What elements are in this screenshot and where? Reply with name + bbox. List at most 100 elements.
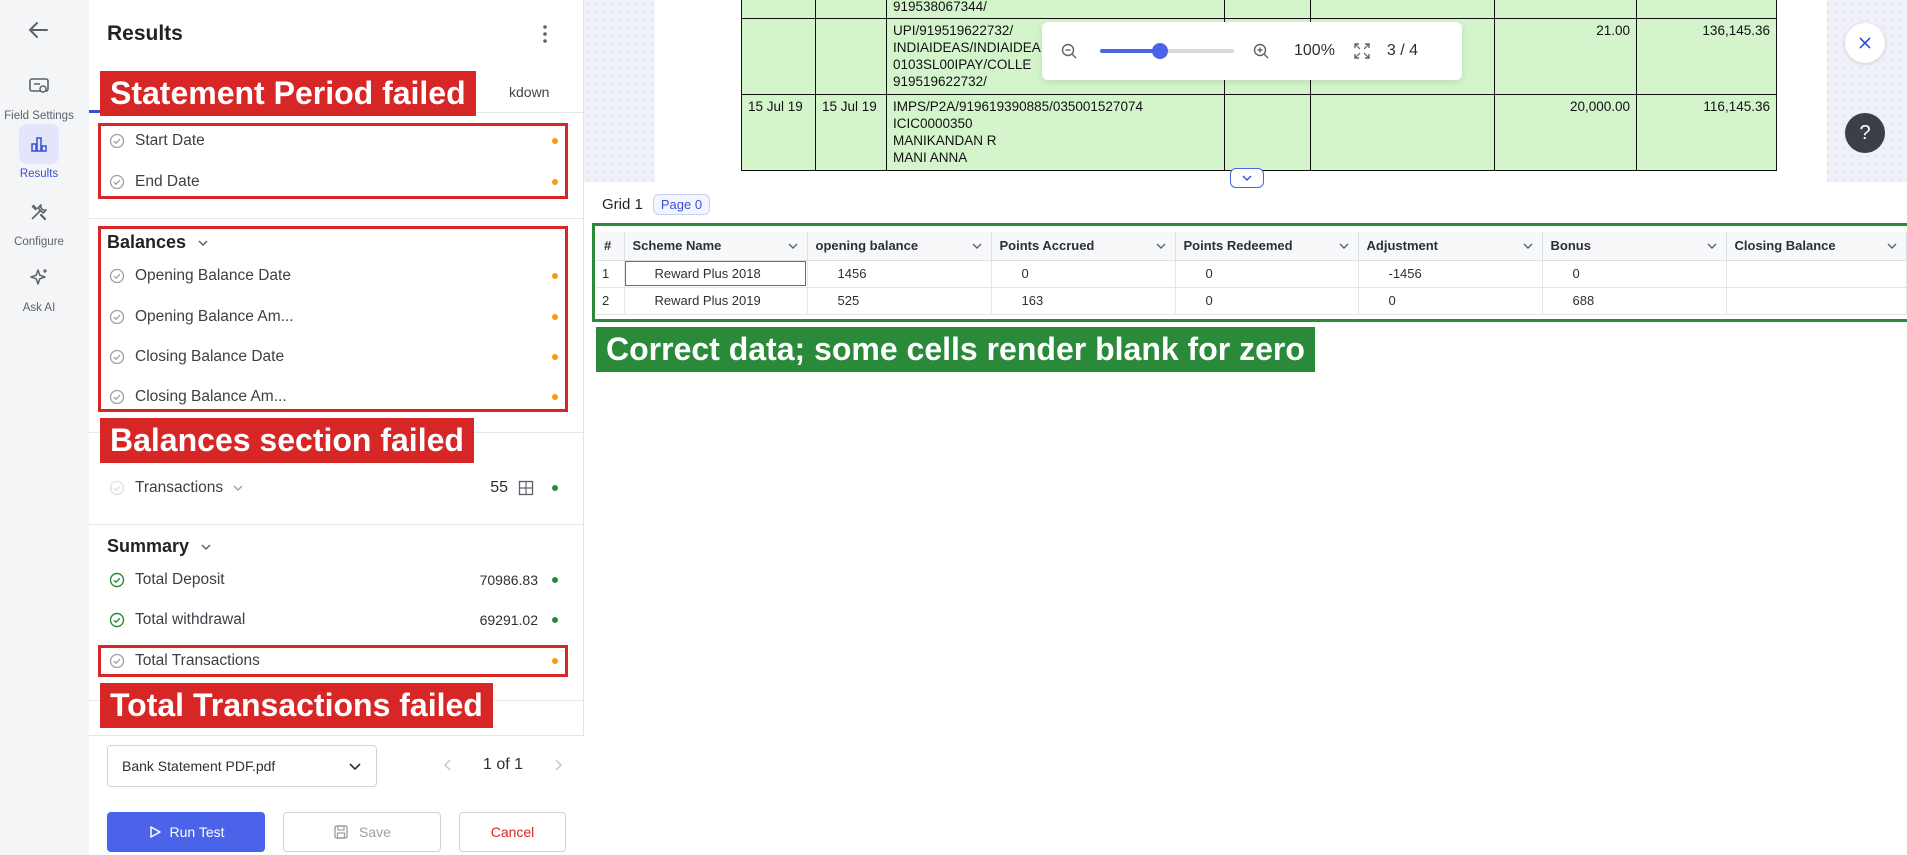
statement-cell — [1224, 94, 1311, 171]
statement-cell — [815, 0, 887, 19]
field-value: 69291.02 — [479, 612, 538, 628]
status-dot — [552, 617, 558, 623]
tab-breakdown[interactable]: kdown — [509, 84, 549, 100]
status-dot — [552, 577, 558, 583]
statement-row: 919538067344/ — [741, 0, 1777, 19]
back-arrow-icon[interactable] — [25, 16, 53, 44]
configure-icon — [19, 192, 59, 232]
results-icon — [19, 124, 59, 164]
cancel-button[interactable]: Cancel — [459, 812, 566, 852]
table-grid-icon[interactable] — [518, 480, 534, 496]
page-badge[interactable]: Page 0 — [652, 194, 711, 215]
statement-cell — [1636, 0, 1777, 19]
statement-cell: 136,145.36 — [1636, 18, 1777, 95]
statement-desc-line: ICIC0000350 — [893, 116, 973, 131]
run-test-button[interactable]: Run Test — [107, 812, 265, 852]
statement-desc-line: 919538067344/ — [893, 0, 987, 14]
section-divider — [89, 524, 584, 525]
annotation-label-balances: Balances section failed — [100, 418, 474, 463]
annotation-box-statement-period — [98, 123, 568, 199]
zoom-toolbar: 100% 3 / 4 — [1042, 22, 1462, 80]
field-row-total-withdrawal[interactable]: Total withdrawal 69291.02 — [107, 607, 562, 633]
fullscreen-icon[interactable] — [1353, 42, 1371, 60]
section-title-text: Summary — [107, 536, 190, 556]
rail-label: Field Settings — [4, 110, 74, 122]
zoom-slider[interactable] — [1100, 43, 1234, 59]
chevron-down-icon — [349, 763, 361, 771]
statement-cell: 21.00 — [1494, 18, 1637, 95]
statement-desc-cell: 919538067344/ — [886, 0, 1225, 19]
statement-desc-line: MANIKANDAN R — [893, 133, 997, 148]
help-button[interactable]: ? — [1845, 113, 1885, 153]
check-circle-icon — [109, 612, 125, 628]
field-label: Transactions — [135, 479, 224, 496]
check-circle-icon — [109, 480, 125, 496]
statement-cell — [741, 0, 816, 19]
chevron-down-icon — [1242, 175, 1252, 182]
page-indicator: 3 / 4 — [1386, 42, 1419, 59]
rail-label: Ask AI — [22, 302, 56, 314]
zoom-slider-fill — [1100, 49, 1161, 53]
check-circle-icon — [109, 572, 125, 588]
run-test-label: Run Test — [169, 824, 225, 840]
annotation-box-balances — [98, 226, 568, 412]
section-divider — [89, 218, 584, 219]
app-root: Field Settings Results Configure Ask AI … — [0, 0, 1907, 855]
sparkle-icon — [19, 258, 59, 298]
save-label: Save — [359, 824, 391, 840]
field-settings-icon — [19, 66, 59, 106]
statement-cell: 15 Jul 19 — [815, 94, 887, 171]
zoom-in-icon[interactable] — [1252, 42, 1270, 60]
panel-title: Results — [107, 22, 183, 45]
chevron-down-icon[interactable] — [231, 481, 245, 495]
field-value: 70986.83 — [479, 572, 538, 588]
statement-cell — [1224, 0, 1311, 19]
statement-cell — [815, 18, 887, 95]
section-title-summary[interactable]: Summary — [107, 536, 213, 557]
zoom-out-icon[interactable] — [1060, 42, 1078, 60]
rail-item-ask-ai[interactable]: Ask AI — [0, 258, 78, 314]
field-label: Total withdrawal — [135, 611, 246, 628]
document-viewer: 919538067344/ UPI/919519622732/ INDIAIDE… — [584, 0, 1907, 182]
annotation-box-total-transactions — [98, 645, 568, 677]
rail-item-results[interactable]: Results — [0, 124, 78, 180]
close-icon — [1859, 37, 1871, 49]
chevron-right-icon[interactable] — [551, 758, 565, 772]
rail-item-configure[interactable]: Configure — [0, 192, 78, 248]
status-dot — [552, 485, 558, 491]
statement-desc-line: MANI ANNA — [893, 150, 968, 165]
pager-text: 1 of 1 — [483, 756, 524, 773]
rail-label: Results — [19, 168, 59, 180]
statement-cell — [741, 18, 816, 95]
left-rail: Field Settings Results Configure Ask AI — [0, 0, 89, 855]
field-row-total-deposit[interactable]: Total Deposit 70986.83 — [107, 567, 562, 593]
file-pager: 1 of 1 — [441, 756, 565, 774]
panel-footer: Bank Statement PDF.pdf 1 of 1 Run Test S… — [89, 735, 584, 855]
save-icon — [334, 825, 348, 839]
file-select[interactable]: Bank Statement PDF.pdf — [107, 745, 377, 787]
annotation-box-grid — [592, 223, 1907, 322]
play-icon — [149, 826, 161, 838]
more-options-icon[interactable] — [535, 22, 555, 46]
zoom-level: 100% — [1294, 42, 1335, 59]
annotation-label-grid: Correct data; some cells render blank fo… — [596, 327, 1315, 372]
chevron-left-icon[interactable] — [441, 758, 455, 772]
statement-row: 15 Jul 19 15 Jul 19 IMPS/P2A/91961939088… — [741, 94, 1777, 171]
save-button[interactable]: Save — [283, 812, 441, 852]
statement-cell — [1494, 0, 1637, 19]
annotation-label-total-transactions: Total Transactions failed — [100, 683, 493, 728]
rail-label: Configure — [14, 236, 64, 248]
statement-cell: 15 Jul 19 — [741, 94, 816, 171]
rail-item-field-settings[interactable]: Field Settings — [0, 66, 78, 122]
file-select-value: Bank Statement PDF.pdf — [122, 758, 276, 774]
statement-cell — [1310, 94, 1495, 171]
statement-cell: 116,145.36 — [1636, 94, 1777, 171]
help-icon: ? — [1859, 121, 1871, 144]
grid-header: Grid 1 Page 0 — [602, 194, 711, 215]
zoom-slider-handle[interactable] — [1152, 43, 1169, 59]
collapse-viewer-toggle[interactable] — [1230, 168, 1264, 188]
chevron-down-icon — [201, 543, 211, 550]
field-row-transactions[interactable]: Transactions 55 — [107, 475, 562, 501]
close-viewer-button[interactable] — [1845, 23, 1885, 63]
field-label: Total Deposit — [135, 571, 225, 588]
